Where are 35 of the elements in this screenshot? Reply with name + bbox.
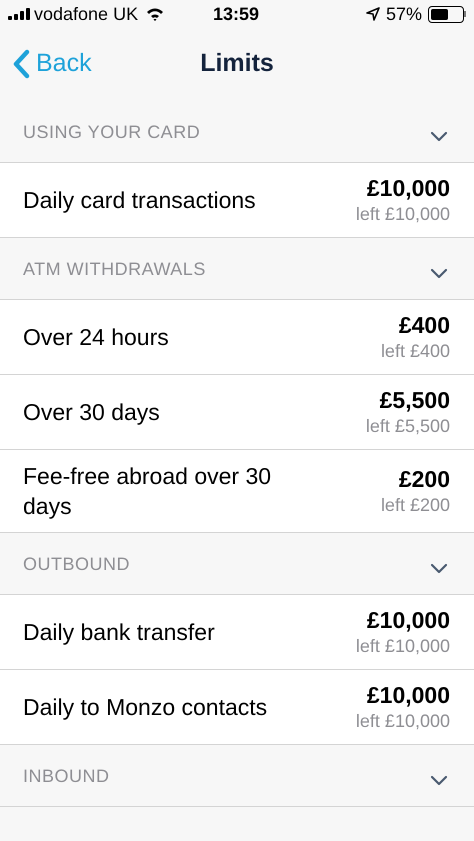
limit-label: Daily card transactions xyxy=(23,186,256,215)
section-title: USING YOUR CARD xyxy=(23,121,200,144)
limit-amount: £400 xyxy=(398,311,450,339)
limit-label: Over 24 hours xyxy=(23,323,169,352)
location-arrow-icon xyxy=(366,7,380,21)
remaining-amount: left £400 xyxy=(380,340,450,363)
chevron-icon xyxy=(430,131,448,142)
remaining-amount: left £10,000 xyxy=(356,635,450,658)
section-title: INBOUND xyxy=(23,765,110,788)
limit-label: Daily to Monzo contacts xyxy=(23,693,268,722)
limit-label: Fee-free abroad over 30 days xyxy=(23,462,272,521)
section-title: ATM WITHDRAWALS xyxy=(23,258,206,281)
limit-label: Over 30 days xyxy=(23,398,160,427)
page-title: Limits xyxy=(200,48,274,80)
limit-amount: £5,500 xyxy=(380,386,450,414)
remaining-amount: left £5,500 xyxy=(366,415,450,438)
clock-time: 13:59 xyxy=(213,2,260,26)
remaining-amount: left £10,000 xyxy=(356,710,450,733)
section-title: OUTBOUND xyxy=(23,553,130,576)
battery-icon xyxy=(428,6,466,22)
limit-amount: £10,000 xyxy=(366,681,450,709)
limit-amount: £10,000 xyxy=(366,606,450,634)
limit-label: Daily bank transfer xyxy=(23,618,215,647)
carrier-name: vodafone UK xyxy=(34,2,138,26)
signal-icon xyxy=(8,8,30,20)
limit-amount: £200 xyxy=(398,465,450,493)
back-chevron-icon xyxy=(12,49,30,79)
chevron-icon xyxy=(430,268,448,279)
remaining-amount: left £10,000 xyxy=(356,203,450,226)
remaining-amount: left £200 xyxy=(380,494,450,517)
limit-amount: £10,000 xyxy=(366,174,450,202)
chevron-icon xyxy=(430,563,448,574)
chevron-icon xyxy=(430,775,448,786)
battery-percent: 57% xyxy=(386,2,422,26)
wifi-icon xyxy=(146,7,164,21)
